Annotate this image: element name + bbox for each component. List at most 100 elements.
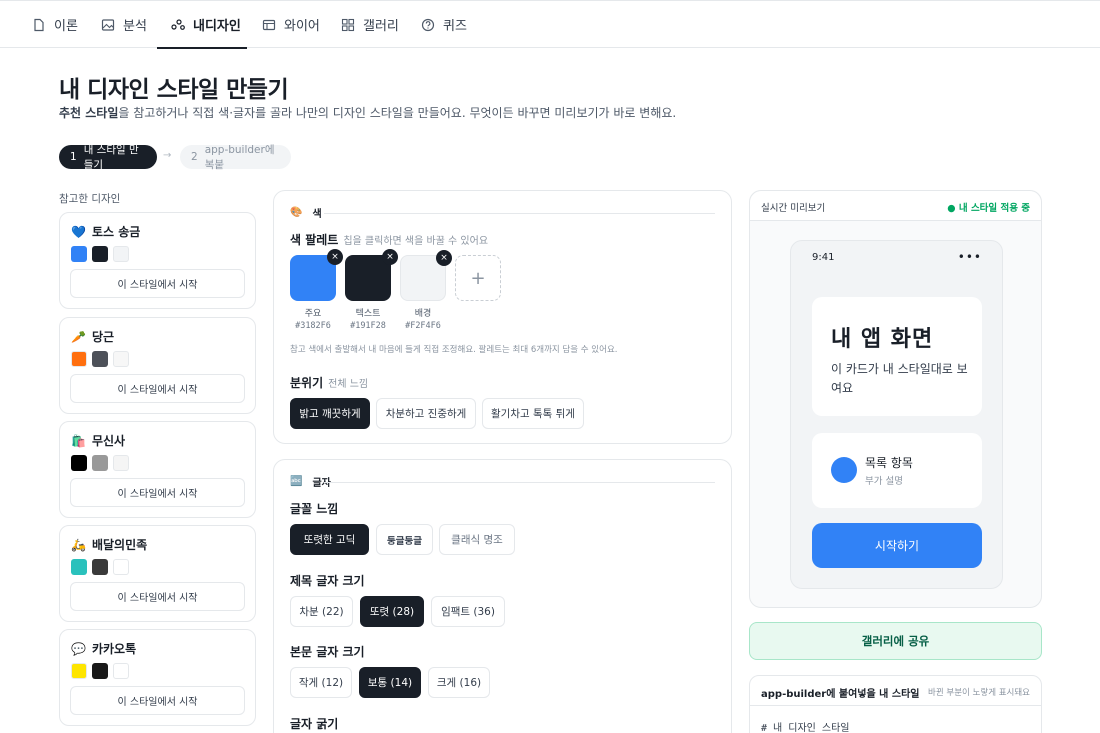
reference-color-swatch (113, 663, 129, 679)
body-size-large[interactable]: 크게 (16) (428, 667, 490, 698)
color-panel-title: 색 (312, 209, 322, 220)
step-number: 1 (70, 151, 77, 163)
tab-gallery[interactable]: 갤러리 (341, 1, 399, 48)
palette-color-chip[interactable]: × (345, 249, 398, 301)
heading-size-impact[interactable]: 임팩트 (36) (431, 596, 505, 627)
chip-hex: #191F28 (350, 321, 386, 331)
palette-color-chip[interactable]: × (290, 249, 343, 301)
page-description: 추천 스타일을 참고하거나 직접 색·글자를 골라 나만의 디자인 스타일을 만… (59, 104, 676, 121)
remove-color-icon[interactable]: × (436, 250, 452, 266)
reference-color-swatch (92, 455, 108, 471)
tab-quiz[interactable]: 퀴즈 (421, 1, 467, 48)
reference-color-swatch (113, 455, 129, 471)
tab-label: 내디자인 (193, 19, 241, 34)
reference-title: 💙 토스 송금 (71, 223, 140, 240)
body-size-label: 본문 글자 크기 (290, 645, 365, 659)
preview-list-item: 목록 항목 부가 설명 (812, 433, 982, 508)
document-icon (34, 18, 44, 31)
grid-icon (341, 18, 355, 31)
live-preview-panel: 실시간 미리보기 ● 내 스타일 적용 중 9:41 ••• 내 앱 화면 이 … (749, 190, 1042, 608)
mood-option-calm[interactable]: 차분하고 진중하게 (376, 398, 476, 429)
color-panel-header: 🎨 색 (290, 205, 322, 220)
code-panel-hint: 바뀐 부분이 노랗게 표시돼요 (928, 688, 1030, 698)
wireframe-icon (262, 19, 276, 30)
share-to-gallery-button[interactable]: 갤러리에 공유 (749, 622, 1042, 660)
mood-option-bright[interactable]: 밝고 깨끗하게 (290, 398, 370, 429)
heading-size-clear[interactable]: 또렷 (28) (360, 596, 424, 627)
divider (324, 482, 715, 483)
reference-name: 무신사 (91, 434, 126, 448)
font-feel-round[interactable]: 둥글둥글 (376, 524, 433, 555)
step-1-pill[interactable]: 1 내 스타일 만들기 (59, 144, 157, 171)
arrow-right-icon: → (163, 150, 172, 161)
reference-emoji-icon: 🥕 (71, 329, 86, 344)
palette-color-chip[interactable]: × (400, 250, 452, 301)
reference-title: 🛵 배달의민족 (71, 536, 147, 553)
tab-theory[interactable]: 이론 (32, 1, 78, 48)
palette-hint: 참고 색에서 출발해서 내 마음에 들게 직접 조정해요. 팔레트는 최대 6개… (290, 345, 618, 355)
reference-color-swatch (71, 455, 87, 471)
reference-color-swatch (71, 246, 87, 262)
chip-name: 텍스트 (355, 309, 381, 319)
remove-color-icon[interactable]: × (382, 249, 398, 265)
start-from-style-button[interactable]: 이 스타일에서 시작 (70, 269, 245, 298)
tab-label: 이론 (54, 19, 78, 34)
tab-label: 갤러리 (363, 19, 399, 34)
step-2-pill[interactable]: 2 app-builder에 복붙 (180, 144, 291, 171)
code-panel-header: app-builder에 붙여넣을 내 스타일 바뀐 부분이 노랗게 표시돼요 (750, 676, 1041, 706)
palette-icon: 🎨 (290, 207, 303, 218)
add-color-button[interactable]: + (455, 255, 501, 301)
tab-my-design[interactable]: 내디자인 (171, 1, 241, 48)
tab-label: 분석 (123, 19, 147, 34)
reference-card: 🛍️ 무신사이 스타일에서 시작 (59, 421, 256, 518)
active-tab-indicator (157, 47, 247, 49)
mood-label: 분위기 전체 느낌 (290, 374, 368, 391)
font-feel-gothic[interactable]: 또렷한 고딕 (290, 524, 369, 555)
preview-card-body: 이 카드가 내 스타일대로 보여요 (831, 362, 968, 395)
tab-analysis[interactable]: 분석 (101, 1, 147, 48)
question-icon (421, 18, 435, 31)
description-highlight: 추천 스타일 (59, 106, 119, 120)
start-from-style-button[interactable]: 이 스타일에서 시작 (70, 582, 245, 611)
heading-size-calm[interactable]: 차분 (22) (290, 596, 353, 627)
palette-label: 색 팔레트 칩을 클릭하면 색을 바꿀 수 있어요 (290, 231, 488, 248)
step-label: app-builder에 복붙 (204, 144, 275, 171)
step-number: 2 (191, 151, 198, 163)
reference-title: 🥕 당근 (71, 328, 114, 345)
remove-color-icon[interactable]: × (327, 249, 343, 265)
start-from-style-button[interactable]: 이 스타일에서 시작 (70, 478, 245, 507)
list-item-subtitle: 부가 설명 (865, 476, 903, 487)
top-nav: 이론 분석 내디자인 와이어 갤러리 퀴즈 (0, 0, 1100, 49)
tab-label: 퀴즈 (443, 19, 467, 34)
font-panel: 🔤 글자 글꼴 느낌 또렷한 고딕 둥글둥글 클래식 명조 제목 글자 크기 차… (273, 459, 732, 733)
reference-name: 당근 (91, 330, 115, 344)
mood-option-lively[interactable]: 활기차고 톡톡 튀게 (482, 398, 584, 429)
start-from-style-button[interactable]: 이 스타일에서 시작 (70, 374, 245, 403)
reference-color-swatch (113, 559, 129, 575)
reference-color-swatch (92, 351, 108, 367)
mood-label-text: 분위기 (290, 376, 324, 390)
palette-label-text: 색 팔레트 (290, 233, 339, 247)
reference-name: 배달의민족 (91, 538, 148, 552)
share-nodes-icon (171, 18, 185, 30)
tab-label: 와이어 (284, 19, 320, 34)
reference-title: 🛍️ 무신사 (71, 432, 125, 449)
tab-wireframe[interactable]: 와이어 (262, 1, 320, 48)
list-item-avatar (831, 457, 857, 483)
font-feel-serif[interactable]: 클래식 명조 (439, 524, 515, 555)
reference-color-swatch (71, 663, 87, 679)
body-size-small[interactable]: 작게 (12) (290, 667, 352, 698)
preview-hero-card: 내 앱 화면 이 카드가 내 스타일대로 보여요 (812, 297, 982, 416)
body-size-normal[interactable]: 보통 (14) (359, 667, 421, 698)
phone-time: 9:41 (812, 252, 835, 263)
chip-name: 주요 (304, 309, 322, 319)
description-text: 을 참고하거나 직접 색·글자를 골라 나만의 디자인 스타일을 만들어요. 무… (118, 106, 677, 120)
reference-name: 토스 송금 (91, 225, 141, 239)
step-label: 내 스타일 만들기 (83, 144, 139, 171)
start-from-style-button[interactable]: 이 스타일에서 시작 (70, 686, 245, 715)
font-weight-label: 글자 굵기 (290, 717, 339, 731)
chip-hex: #3182F6 (295, 321, 331, 331)
code-panel-title: app-builder에 붙여넣을 내 스타일 (761, 689, 920, 700)
preview-start-button[interactable]: 시작하기 (812, 523, 982, 568)
reference-card: 💬 카카오톡 이 스타일에서 시작 (59, 629, 256, 726)
